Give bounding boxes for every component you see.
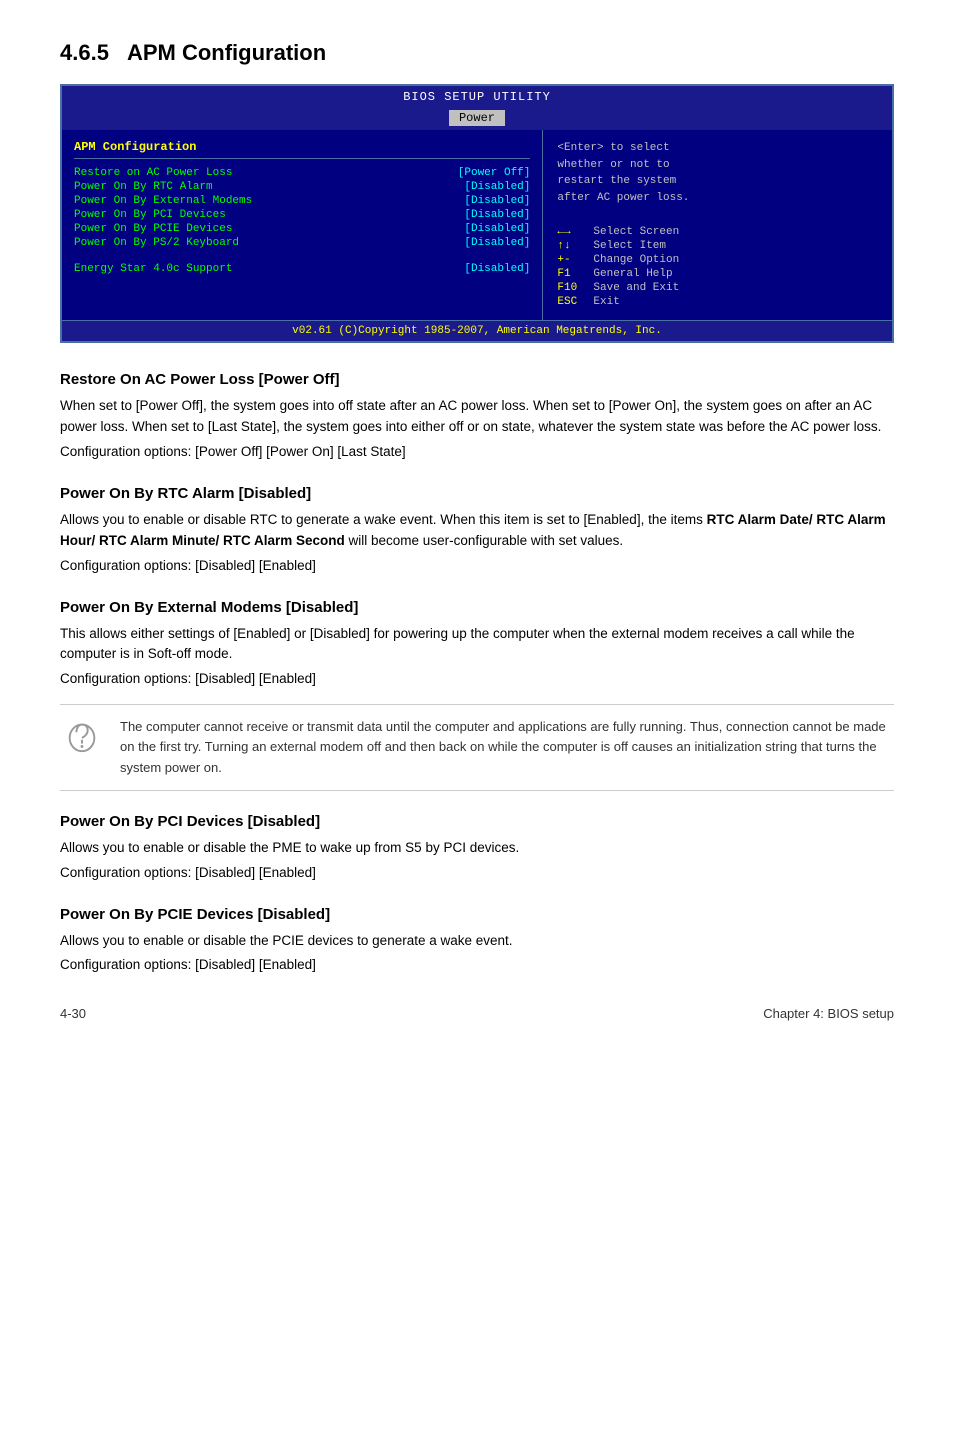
bios-item-label: Restore on AC Power Loss — [74, 167, 232, 179]
note-text: The computer cannot receive or transmit … — [120, 717, 894, 777]
bios-key-help: ←→Select Screen↑↓Select Item+-Change Opt… — [557, 226, 878, 308]
bios-energy-value: [Disabled] — [464, 263, 530, 275]
bios-item-row: Power On By PCI Devices [Disabled] — [74, 209, 530, 221]
section-para-restore-ac-0: When set to [Power Off], the system goes… — [60, 396, 894, 438]
bios-key-desc: Select Screen — [593, 226, 679, 238]
bios-key: F1 — [557, 268, 593, 280]
bios-item-label: Power On By PCIE Devices — [74, 223, 232, 235]
bios-energy-row: Energy Star 4.0c Support [Disabled] — [74, 263, 530, 275]
section-rtc-alarm: Power On By RTC Alarm [Disabled] Allows y… — [60, 485, 894, 577]
bios-key-desc: Select Item — [593, 240, 666, 252]
footer-right: Chapter 4: BIOS setup — [763, 1006, 894, 1021]
bios-item-row: Restore on AC Power Loss [Power Off] — [74, 167, 530, 179]
section-para-restore-ac-1: Configuration options: [Power Off] [Powe… — [60, 442, 894, 463]
section-heading: 4.6.5 APM Configuration — [60, 40, 894, 66]
bios-key-row: +-Change Option — [557, 254, 878, 266]
section-number: 4.6.5 — [60, 40, 109, 66]
bios-item-value: [Disabled] — [464, 195, 530, 207]
section-title-pcie-devices: Power On By PCIE Devices [Disabled] — [60, 906, 894, 923]
section-pcie-devices: Power On By PCIE Devices [Disabled] Allow… — [60, 906, 894, 977]
bios-key-desc: Change Option — [593, 254, 679, 266]
section-para-pci-devices-1: Configuration options: [Disabled] [Enabl… — [60, 863, 894, 884]
bios-key-desc: General Help — [593, 268, 672, 280]
bios-footer: v02.61 (C)Copyright 1985-2007, American … — [62, 320, 892, 341]
bios-key-row: F1General Help — [557, 268, 878, 280]
bios-key-row: ←→Select Screen — [557, 226, 878, 238]
bios-item-value: [Disabled] — [464, 237, 530, 249]
bios-item-value: [Disabled] — [464, 209, 530, 221]
bios-item-value: [Disabled] — [464, 223, 530, 235]
page-footer: 4-30 Chapter 4: BIOS setup — [60, 1006, 894, 1021]
section-title-pci-devices: Power On By PCI Devices [Disabled] — [60, 813, 894, 830]
bios-key-row: ESCExit — [557, 296, 878, 308]
bios-section-label: APM Configuration — [74, 140, 530, 159]
section-para-pcie-devices-1: Configuration options: [Disabled] [Enabl… — [60, 955, 894, 976]
bios-box: BIOS SETUP UTILITY Power APM Configurati… — [60, 84, 894, 343]
section-title: APM Configuration — [127, 40, 326, 66]
bios-tab-row: Power — [62, 106, 892, 130]
bios-item-row: Power On By External Modems [Disabled] — [74, 195, 530, 207]
bold-phrase: RTC Alarm Date/ RTC Alarm Hour/ RTC Alar… — [60, 512, 886, 548]
section-para-pci-devices-0: Allows you to enable or disable the PME … — [60, 838, 894, 859]
bios-item-label: Power On By RTC Alarm — [74, 181, 213, 193]
bios-item-label: Power On By External Modems — [74, 195, 252, 207]
bios-energy-label: Energy Star 4.0c Support — [74, 263, 232, 275]
bios-item-value: [Disabled] — [464, 181, 530, 193]
section-title-external-modems: Power On By External Modems [Disabled] — [60, 599, 894, 616]
section-title-rtc-alarm: Power On By RTC Alarm [Disabled] — [60, 485, 894, 502]
bios-key: +- — [557, 254, 593, 266]
bios-header: BIOS SETUP UTILITY — [62, 86, 892, 106]
bios-key-desc: Exit — [593, 296, 619, 308]
bios-right-panel: <Enter> to select whether or not to rest… — [543, 130, 892, 320]
doc-sections: Restore On AC Power Loss [Power Off] When… — [60, 371, 894, 976]
bios-item-value: [Power Off] — [458, 167, 531, 179]
bios-item-label: Power On By PS/2 Keyboard — [74, 237, 239, 249]
section-para-external-modems-0: This allows either settings of [Enabled]… — [60, 624, 894, 666]
note-icon — [60, 717, 104, 755]
section-para-rtc-alarm-0: Allows you to enable or disable RTC to g… — [60, 510, 894, 552]
bios-item-row: Power On By PCIE Devices [Disabled] — [74, 223, 530, 235]
section-external-modems: Power On By External Modems [Disabled] Th… — [60, 599, 894, 791]
bios-key-desc: Save and Exit — [593, 282, 679, 294]
section-restore-ac: Restore On AC Power Loss [Power Off] When… — [60, 371, 894, 463]
bios-key-row: ↑↓Select Item — [557, 240, 878, 252]
section-pci-devices: Power On By PCI Devices [Disabled] Allows… — [60, 813, 894, 884]
bios-tab-power[interactable]: Power — [449, 110, 505, 126]
bios-key-row: F10Save and Exit — [557, 282, 878, 294]
bios-key: ESC — [557, 296, 593, 308]
bios-item-label: Power On By PCI Devices — [74, 209, 226, 221]
section-para-pcie-devices-0: Allows you to enable or disable the PCIE… — [60, 931, 894, 952]
bios-key: ←→ — [557, 226, 593, 238]
section-para-external-modems-1: Configuration options: [Disabled] [Enabl… — [60, 669, 894, 690]
bios-item-row: Power On By PS/2 Keyboard [Disabled] — [74, 237, 530, 249]
bios-content: APM Configuration Restore on AC Power Lo… — [62, 130, 892, 320]
bios-key: F10 — [557, 282, 593, 294]
bios-left-panel: APM Configuration Restore on AC Power Lo… — [62, 130, 543, 320]
section-title-restore-ac: Restore On AC Power Loss [Power Off] — [60, 371, 894, 388]
section-para-rtc-alarm-1: Configuration options: [Disabled] [Enabl… — [60, 556, 894, 577]
bios-help-text: <Enter> to select whether or not to rest… — [557, 140, 878, 206]
bios-key: ↑↓ — [557, 240, 593, 252]
bios-item-row: Power On By RTC Alarm [Disabled] — [74, 181, 530, 193]
footer-left: 4-30 — [60, 1006, 86, 1021]
bios-items-list: Restore on AC Power Loss [Power Off] Power… — [74, 167, 530, 249]
note-box-external-modems: The computer cannot receive or transmit … — [60, 704, 894, 790]
